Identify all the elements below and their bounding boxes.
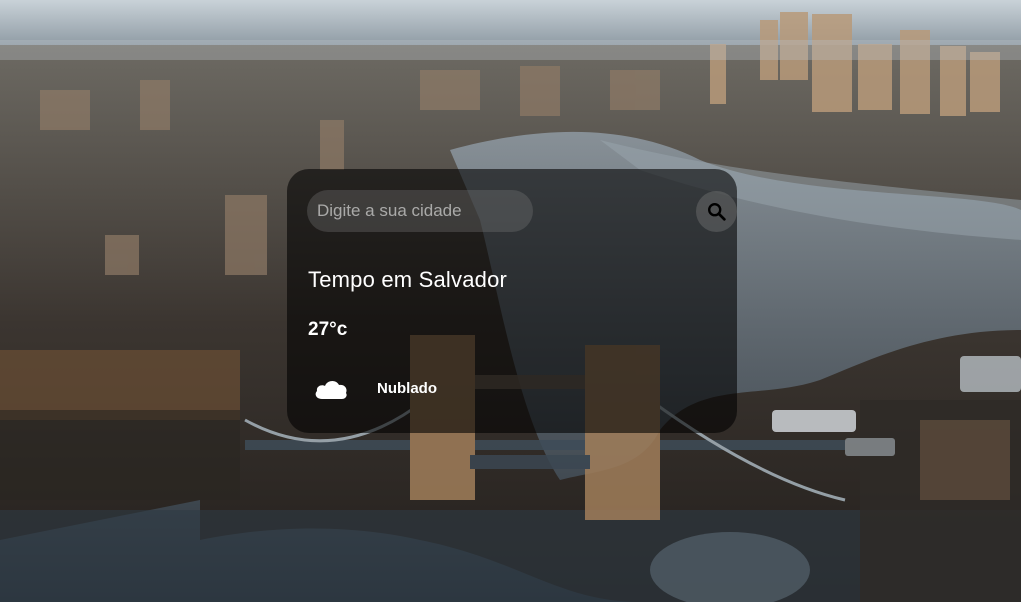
condition-row: Nublado <box>313 375 513 405</box>
city-title: Tempo em Salvador <box>308 267 508 292</box>
city-search-input[interactable] <box>307 190 533 232</box>
search-button[interactable] <box>696 191 737 232</box>
temperature: 27°c <box>308 319 348 340</box>
cloud-icon <box>315 380 347 399</box>
weather-condition: Nublado <box>377 380 437 397</box>
search-icon <box>707 202 726 221</box>
weather-card: Tempo em Salvador 27°c Nublado <box>287 169 737 433</box>
